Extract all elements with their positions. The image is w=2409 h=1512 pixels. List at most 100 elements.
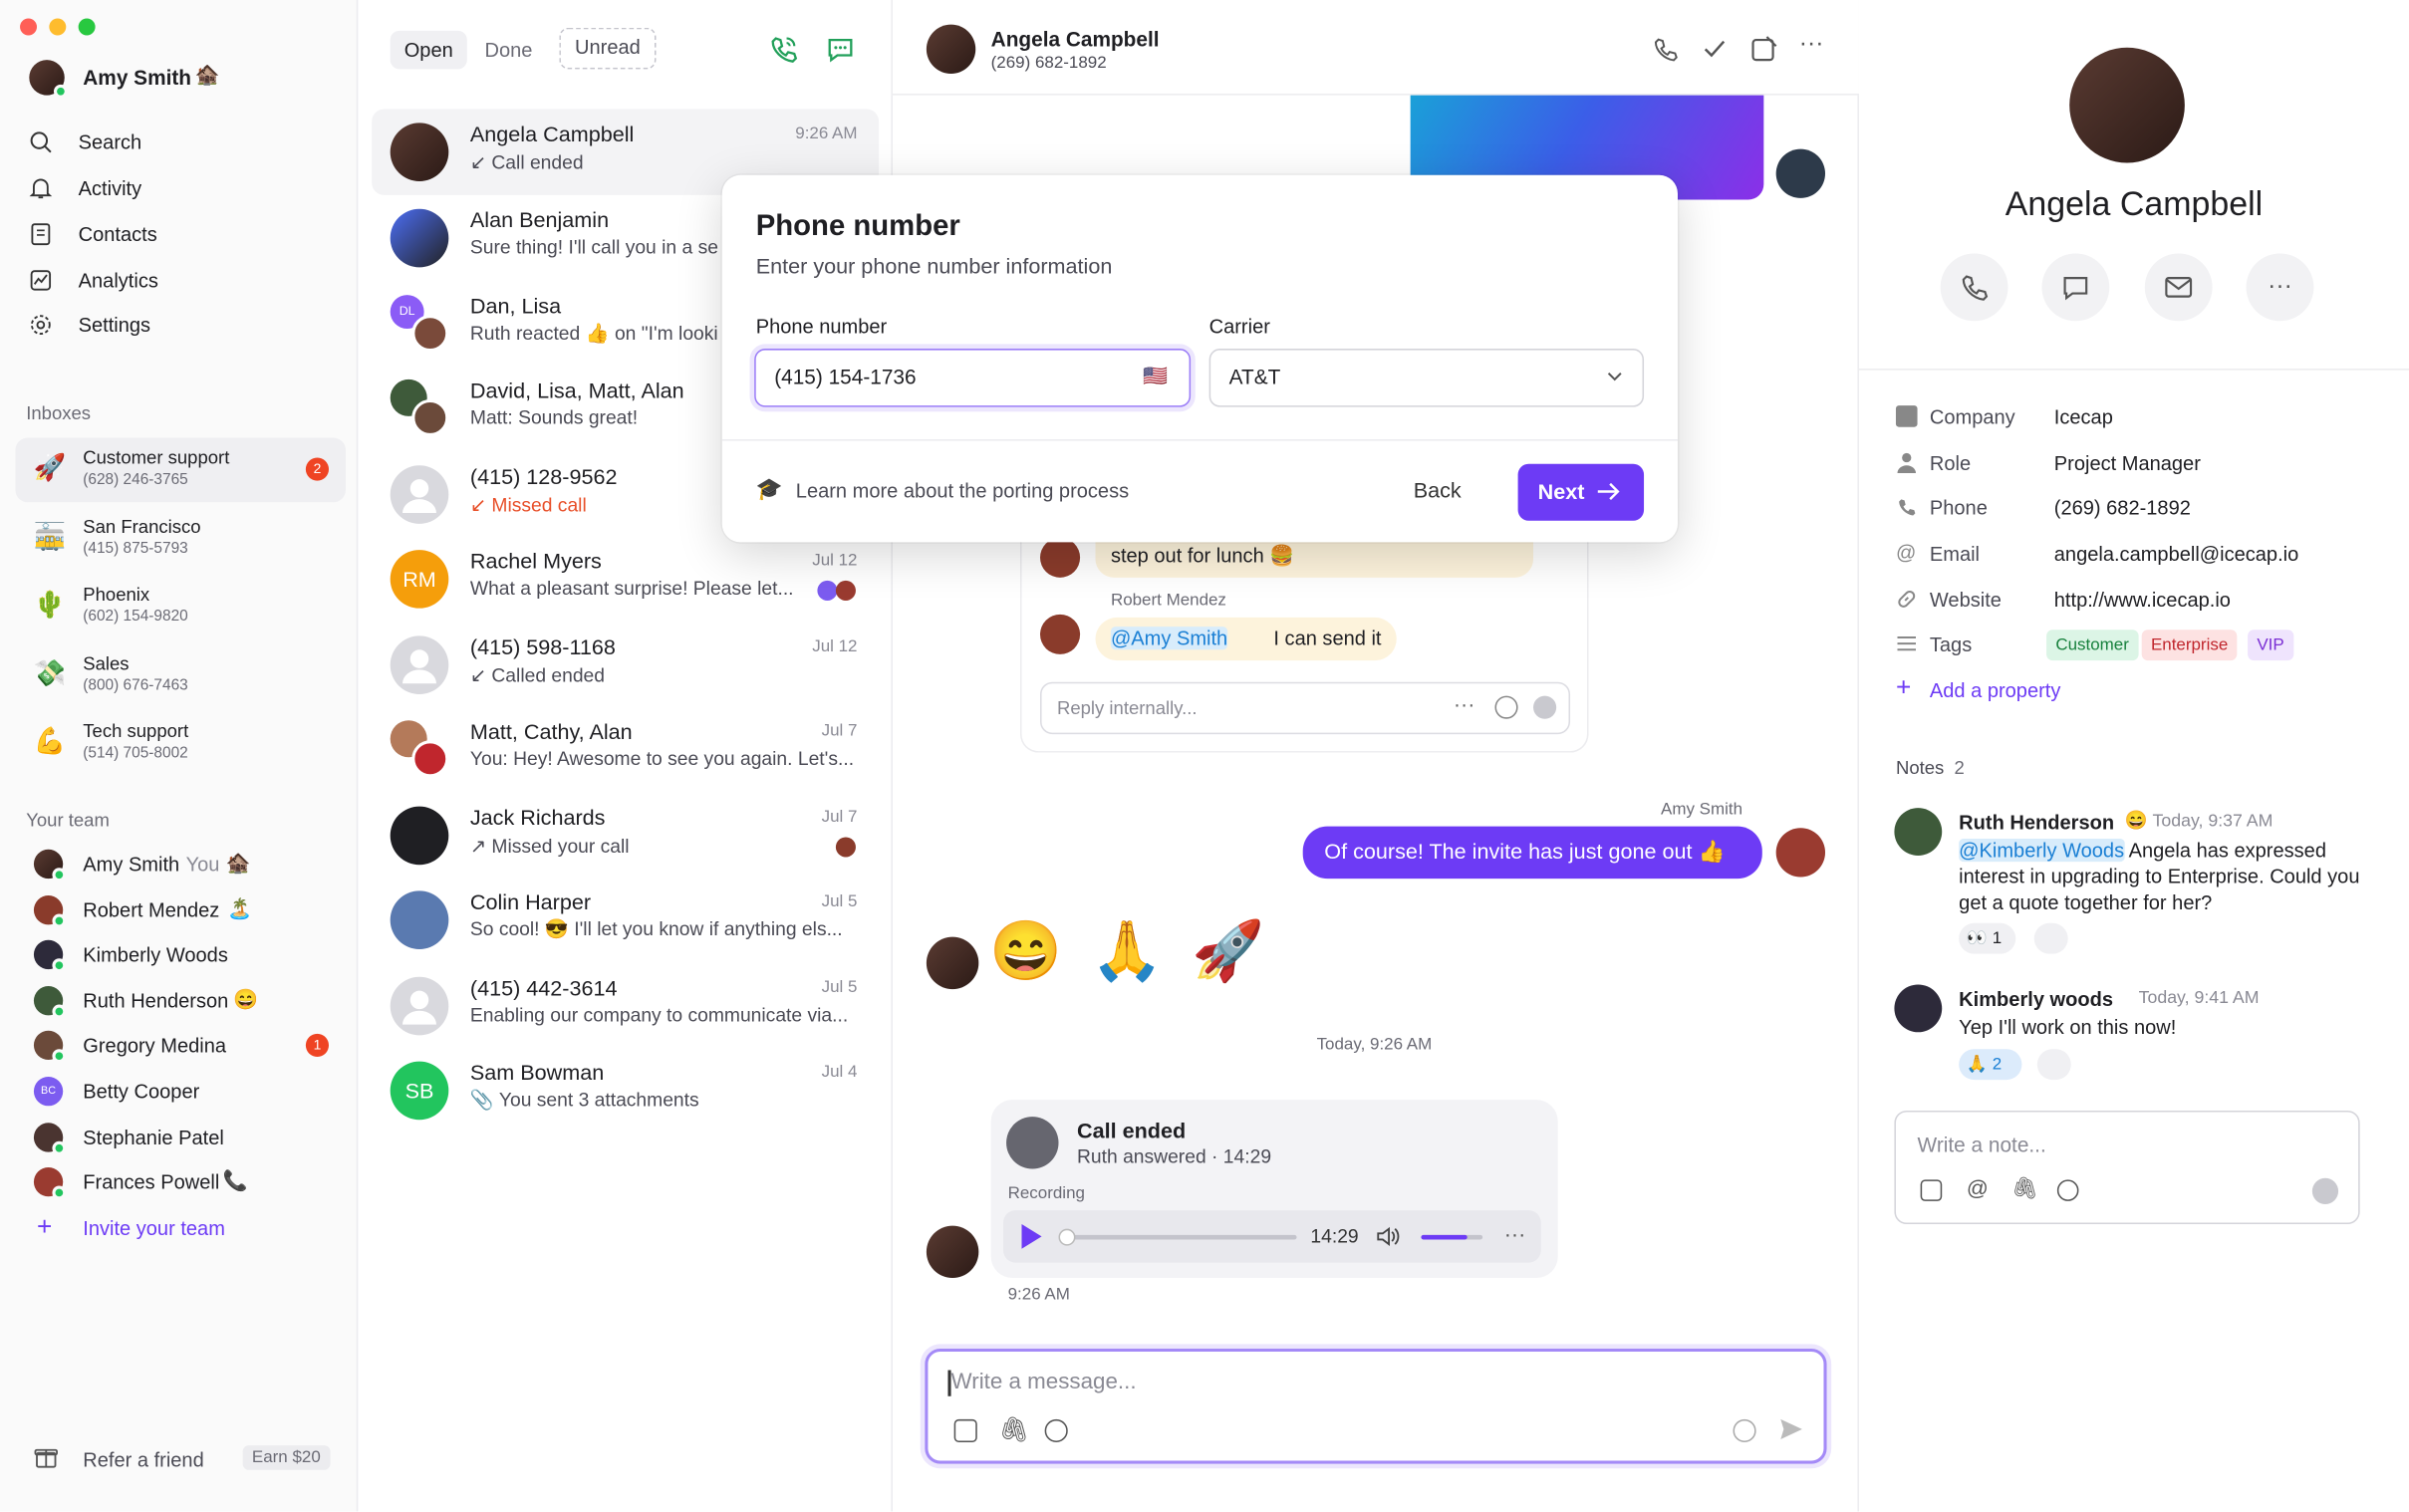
tab-done[interactable]: Done (473, 31, 544, 70)
message-composer[interactable]: Write a message... 🖇 (925, 1348, 1827, 1464)
more-options-icon[interactable]: ··· (1799, 31, 1824, 59)
volume-icon[interactable] (1375, 1224, 1401, 1249)
nav-settings[interactable]: Settings (28, 303, 335, 346)
reaction-chip[interactable]: 👀 1 (1959, 922, 2016, 954)
next-button[interactable]: Next (1517, 463, 1645, 521)
emoji-icon[interactable] (2056, 1179, 2079, 1201)
inbox-sales[interactable]: 💸 Sales (800) 676-7463 (15, 643, 346, 708)
conversation-item[interactable]: RM Rachel Myers What a pleasant surprise… (372, 536, 879, 622)
inbox-san-francisco[interactable]: 🚋 San Francisco (415) 875-5793 (15, 507, 346, 572)
team-member[interactable]: Ruth Henderson 😄 (28, 984, 335, 1019)
team-member[interactable]: Robert Mendez 🏝️ (28, 894, 335, 928)
user-menu[interactable]: Amy Smith 🏚️ (28, 59, 335, 99)
team-member[interactable]: Frances Powell 📞 (28, 1165, 335, 1200)
money-icon: 💸 (33, 658, 67, 688)
tab-unread[interactable]: Unread (559, 27, 657, 70)
close-window-button[interactable] (20, 18, 38, 36)
tag-customer[interactable]: Customer (2046, 630, 2139, 661)
conversation-item[interactable]: Jack Richards ↗ Missed your call Jul 7 (372, 793, 879, 879)
contact-more-button[interactable]: ··· (2246, 253, 2314, 322)
carrier-select[interactable]: AT&T (1208, 349, 1645, 407)
team-member[interactable]: BC Betty Cooper (28, 1075, 335, 1109)
more-icon[interactable]: ··· (1504, 1221, 1526, 1246)
volume-slider[interactable] (1421, 1234, 1483, 1240)
note-composer[interactable]: Write a note... @ 🖇 (1894, 1110, 2360, 1225)
property-tags[interactable]: Tags Customer Enterprise VIP (1896, 630, 2387, 661)
new-call-button[interactable] (768, 34, 799, 65)
mention[interactable]: @Kimberly Woods (1959, 838, 2125, 862)
contact-email-button[interactable] (2144, 253, 2213, 322)
send-icon[interactable] (1533, 695, 1557, 719)
call-button[interactable] (1652, 35, 1680, 63)
conversation-item[interactable]: SB Sam Bowman 📎 You sent 3 attachments J… (372, 1048, 879, 1134)
team-member[interactable]: Stephanie Patel (28, 1122, 335, 1155)
more-icon[interactable]: ··· (1454, 691, 1475, 716)
conversation-preview: 📎 You sent 3 attachments (469, 1089, 699, 1111)
person-icon (402, 479, 436, 514)
conversation-name: (415) 442-3614 (469, 975, 618, 1000)
team-member[interactable]: Kimberly Woods (28, 938, 335, 973)
nav-label: Search (78, 129, 142, 153)
us-flag-icon[interactable]: 🇺🇸 (1143, 364, 1168, 388)
send-icon[interactable] (2311, 1177, 2339, 1205)
nav-search[interactable]: Search (28, 120, 335, 162)
mention[interactable]: @Amy Smith (1110, 627, 1228, 650)
refer-label: Refer a friend (83, 1448, 204, 1472)
scrubber-handle[interactable] (1058, 1228, 1076, 1246)
contact-message-button[interactable] (2041, 253, 2110, 322)
invite-team-button[interactable]: + Invite your team (28, 1212, 335, 1246)
inbox-phoenix[interactable]: 🌵 Phoenix (602) 154-9820 (15, 575, 346, 639)
learn-porting-link[interactable]: 🎓 Learn more about the porting process (756, 476, 1217, 507)
audio-scrubber[interactable] (1058, 1228, 1297, 1246)
emoji-icon[interactable] (1494, 695, 1518, 719)
nav-activity[interactable]: Activity (28, 166, 335, 209)
property-website[interactable]: Website http://www.icecap.io (1896, 586, 2387, 617)
shortcut-icon[interactable] (953, 1418, 977, 1443)
inbox-tech-support[interactable]: 💪 Tech support (514) 705-8002 (15, 711, 346, 776)
mark-done-button[interactable] (1701, 35, 1729, 63)
add-reaction-icon[interactable] (2033, 922, 2068, 954)
tag-enterprise[interactable]: Enterprise (2141, 630, 2238, 661)
add-reaction-icon[interactable] (2036, 1049, 2071, 1081)
property-company[interactable]: Company Icecap (1895, 402, 2387, 433)
at-icon[interactable]: @ (1967, 1175, 1989, 1200)
avatar (411, 398, 449, 436)
status-emoji: 🏝️ (227, 896, 253, 920)
conversation-time: Jul 7 (821, 808, 858, 827)
new-message-button[interactable] (825, 34, 856, 65)
refer-friend-button[interactable]: Refer a friend Earn $20 (28, 1440, 335, 1477)
team-member[interactable]: Gregory Medina 1 (28, 1029, 335, 1064)
conversation-item[interactable]: Colin Harper So cool! 😎 I'll let you kno… (372, 878, 879, 963)
property-email[interactable]: @ Email angela.campbell@icecap.io (1896, 539, 2387, 570)
snooze-button[interactable] (1749, 35, 1777, 63)
send-icon[interactable] (1777, 1416, 1803, 1442)
maximize-window-button[interactable] (78, 18, 96, 36)
reply-internal-input[interactable]: Reply internally... ··· (1040, 681, 1571, 735)
online-status (52, 958, 67, 973)
attachment-icon[interactable]: 🖇 (2011, 1175, 2038, 1201)
conversation-item[interactable]: Matt, Cathy, Alan You: Hey! Awesome to s… (372, 706, 879, 792)
reaction-chip[interactable]: 🙏 2 (1959, 1049, 2022, 1081)
play-icon[interactable] (1021, 1224, 1042, 1249)
conversation-item[interactable]: (415) 442-3614 Enabling our company to c… (372, 963, 879, 1049)
nav-contacts[interactable]: Contacts (28, 212, 335, 255)
attachment-icon[interactable]: 🖇 (998, 1414, 1029, 1445)
person-icon (402, 649, 436, 684)
contact-call-button[interactable] (1940, 253, 2008, 322)
property-role[interactable]: Role Project Manager (1896, 448, 2387, 479)
phone-number-input[interactable]: (415) 154-1736 🇺🇸 (754, 349, 1192, 407)
team-member[interactable]: Amy Smith You 🏚️ (28, 848, 335, 882)
property-phone[interactable]: Phone (269) 682-1892 (1896, 493, 2387, 524)
schedule-icon[interactable] (1733, 1418, 1756, 1443)
note-author: Ruth Henderson (1959, 811, 2115, 835)
minimize-window-button[interactable] (49, 18, 67, 36)
conversation-item[interactable]: (415) 598-1168 ↙ Called ended Jul 12 (372, 623, 879, 708)
nav-analytics[interactable]: Analytics (28, 258, 335, 301)
back-button[interactable]: Back (1414, 478, 1462, 503)
tab-open[interactable]: Open (390, 30, 467, 70)
tag-vip[interactable]: VIP (2248, 630, 2293, 661)
shortcut-icon[interactable] (1920, 1179, 1943, 1201)
emoji-icon[interactable] (1044, 1418, 1068, 1443)
inbox-customer-support[interactable]: 🚀 Customer support (628) 246-3765 2 (15, 437, 346, 503)
add-property-button[interactable]: + Add a property (1896, 672, 2387, 707)
